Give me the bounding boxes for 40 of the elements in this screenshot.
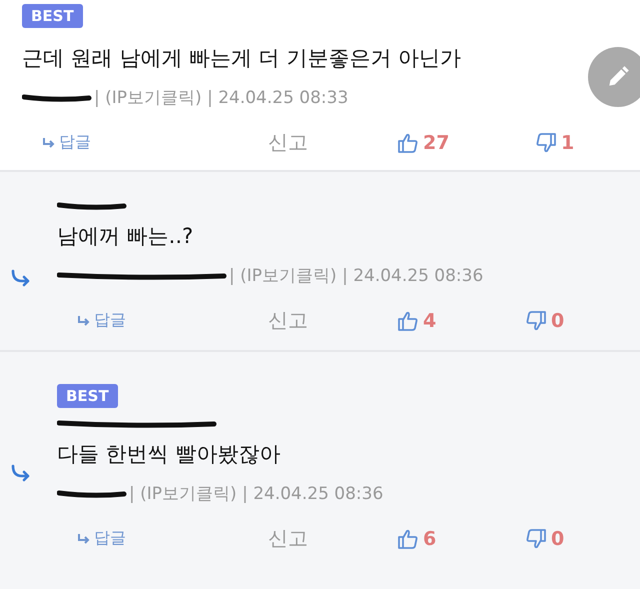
best-badge: BEST	[22, 4, 83, 28]
reply-arrow-icon	[42, 136, 55, 148]
report-button[interactable]: 신고	[268, 307, 308, 334]
comment-meta: | (IP보기클릭) | 24.04.25 08:33	[94, 87, 348, 109]
redaction-mark	[22, 92, 92, 102]
thumbs-down-icon	[525, 310, 547, 332]
dislike-button[interactable]: 0	[525, 310, 564, 332]
redaction-mark	[57, 488, 127, 498]
dislike-count: 0	[551, 528, 564, 550]
comment-meta: | (IP보기클릭) | 24.04.25 08:36	[229, 265, 484, 287]
like-button[interactable]: 6	[397, 528, 436, 550]
like-count: 27	[423, 132, 450, 154]
thumbs-up-icon	[397, 528, 419, 550]
reply-arrow-icon	[10, 269, 30, 287]
reply-button[interactable]: 답글	[77, 528, 126, 549]
reply-arrow-icon	[77, 532, 90, 544]
thumbs-down-icon	[535, 132, 557, 154]
comment-meta: | (IP보기클릭) | 24.04.25 08:36	[129, 483, 384, 505]
dislike-button[interactable]: 1	[535, 132, 574, 154]
dislike-button[interactable]: 0	[525, 528, 564, 550]
dislike-count: 0	[551, 310, 564, 332]
redaction-mark	[57, 201, 127, 211]
thumbs-up-icon	[397, 310, 419, 332]
like-count: 6	[423, 528, 436, 550]
dislike-count: 1	[561, 132, 574, 154]
reply-arrow-icon	[77, 314, 90, 326]
thumbs-down-icon	[525, 528, 547, 550]
reply-button[interactable]: 답글	[42, 132, 91, 153]
like-button[interactable]: 27	[397, 132, 450, 154]
like-count: 4	[423, 310, 436, 332]
reply-arrow-icon	[10, 464, 30, 482]
thumbs-up-icon	[397, 132, 419, 154]
report-button[interactable]: 신고	[268, 129, 308, 156]
report-button[interactable]: 신고	[268, 525, 308, 552]
best-badge: BEST	[57, 384, 118, 408]
reply-button[interactable]: 답글	[77, 310, 126, 331]
like-button[interactable]: 4	[397, 310, 436, 332]
comment-text: 다들 한번씩 빨아봤잖아	[57, 441, 280, 468]
comment-text: 남에꺼 빠는..?	[57, 223, 194, 250]
comment-text: 근데 원래 남에게 빠는게 더 기분좋은거 아닌가	[22, 45, 462, 72]
